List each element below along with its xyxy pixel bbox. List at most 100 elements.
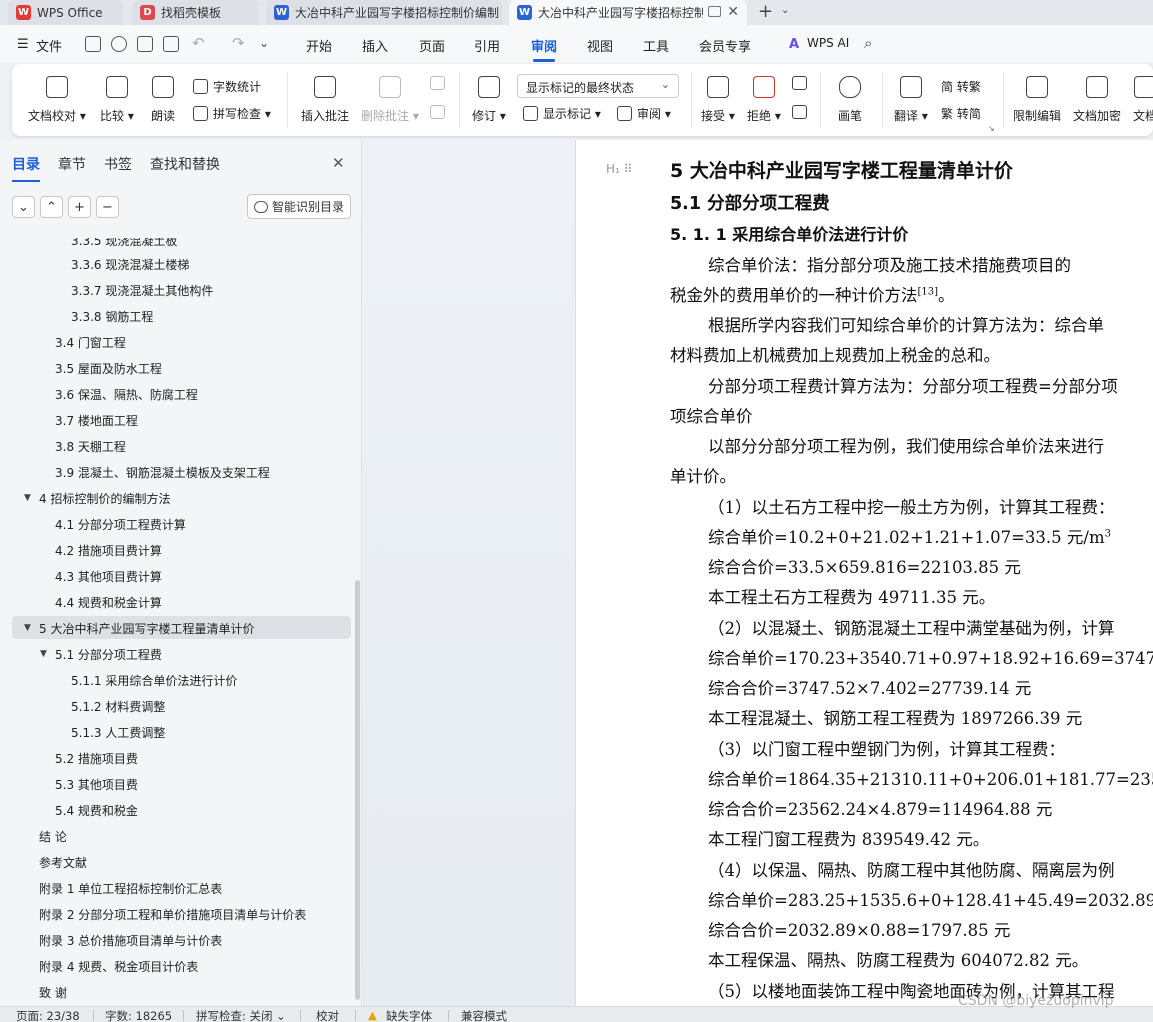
toc-item[interactable]: 3.4 门窗工程: [55, 334, 126, 351]
toc-item[interactable]: 致 谢: [39, 984, 67, 1001]
toc-item[interactable]: 5.3 其他项目费: [55, 776, 138, 793]
toc-item-selected[interactable]: 5 大冶中科产业园写字楼工程量清单计价: [39, 620, 254, 637]
doc-more-button[interactable]: 文档: [1133, 76, 1153, 124]
status-proof[interactable]: 校对: [316, 1008, 339, 1022]
tab-document-2[interactable]: W 大冶中科产业园写字楼招标控制 ✕: [509, 0, 747, 25]
expand-group-icon[interactable]: ↘: [988, 124, 995, 133]
add-heading-button[interactable]: +: [68, 196, 91, 218]
smart-toc-button[interactable]: 智能识别目录: [247, 194, 351, 219]
toc-item[interactable]: 3.3.8 钢筋工程: [71, 308, 153, 325]
review-pane-button[interactable]: 审阅 ▾: [617, 105, 671, 122]
toc-item[interactable]: 5.4 规费和税金: [55, 802, 138, 819]
translate-button[interactable]: 翻译 ▾: [894, 76, 928, 124]
chevron-down-icon[interactable]: ⌄: [259, 36, 269, 50]
wps-ai-icon[interactable]: A: [789, 37, 799, 52]
link-icon[interactable]: [111, 36, 127, 52]
doc-encrypt-button[interactable]: 文档加密: [1073, 76, 1121, 124]
track-changes-button[interactable]: 修订 ▾: [472, 76, 506, 124]
move-up-button[interactable]: ⌃: [40, 196, 63, 218]
compare-button[interactable]: 比较 ▾: [100, 76, 134, 124]
tab-toc[interactable]: 目录: [12, 154, 40, 182]
expand-triangle-icon[interactable]: ▼: [40, 649, 47, 659]
heading-drag-handle-icon[interactable]: H₁ ⠿: [606, 162, 632, 176]
toc-item[interactable]: 4.4 规费和税金计算: [55, 594, 162, 611]
next-change-icon[interactable]: [792, 105, 807, 119]
reject-button[interactable]: 拒绝 ▾: [747, 76, 781, 124]
read-aloud-button[interactable]: 朗读: [151, 76, 175, 124]
toc-item[interactable]: 参考文献: [39, 854, 87, 871]
redo-icon[interactable]: ↷: [232, 34, 245, 52]
remove-heading-button[interactable]: −: [96, 196, 119, 218]
tab-chapters[interactable]: 章节: [58, 154, 86, 174]
menu-page[interactable]: 页面: [419, 36, 445, 55]
toc-item[interactable]: 3.7 楼地面工程: [55, 412, 138, 429]
prev-change-icon[interactable]: [792, 76, 807, 90]
next-comment-icon[interactable]: [430, 105, 445, 119]
toc-item[interactable]: 5.1.2 材料费调整: [71, 698, 165, 715]
toc-item[interactable]: 附录 2 分部分项工程和单价措施项目清单与计价表: [39, 906, 306, 923]
status-word-count[interactable]: 字数: 18265: [105, 1008, 172, 1022]
toc-item[interactable]: 3.9 混凝土、钢筋混凝土模板及支架工程: [55, 464, 270, 481]
toc-item[interactable]: 3.3.7 现浇混凝土其他构件: [71, 282, 213, 299]
toc-item[interactable]: 3.8 天棚工程: [55, 438, 126, 455]
document-page[interactable]: H₁ ⠿ 5 大冶中科产业园写字楼工程量清单计价 5.1 分部分项工程费 5. …: [575, 140, 1153, 1006]
close-icon[interactable]: ✕: [727, 4, 739, 20]
nav-scrollbar[interactable]: [355, 580, 360, 1000]
toc-item[interactable]: 附录 3 总价措施项目清单与计价表: [39, 932, 222, 949]
toc-item[interactable]: 结 论: [39, 828, 67, 845]
collapse-all-button[interactable]: ⌄: [12, 196, 35, 218]
toc-item[interactable]: 5.1 分部分项工程费: [55, 646, 162, 663]
menu-tools[interactable]: 工具: [643, 36, 669, 55]
tab-docer-templates[interactable]: D 找稻壳模板: [132, 0, 259, 25]
toc-item[interactable]: 4.2 措施项目费计算: [55, 542, 162, 559]
toc-item[interactable]: 5.1.3 人工费调整: [71, 724, 165, 741]
toc-item[interactable]: 附录 1 单位工程招标控制价汇总表: [39, 880, 222, 897]
pen-button[interactable]: 画笔: [838, 76, 862, 124]
chevron-down-icon[interactable]: ⌄: [781, 5, 789, 16]
restrict-edit-button[interactable]: 限制编辑: [1013, 76, 1061, 124]
save-icon[interactable]: [85, 36, 101, 52]
close-icon[interactable]: ✕: [332, 154, 345, 172]
menu-review[interactable]: 审阅: [531, 36, 557, 62]
menu-file[interactable]: 文件: [36, 36, 62, 55]
toc-item[interactable]: 4.1 分部分项工程费计算: [55, 516, 186, 533]
status-spell-check[interactable]: 拼写检查: 关闭 ⌄: [196, 1008, 286, 1022]
to-simplified-button[interactable]: 繁 转简: [941, 105, 981, 122]
expand-triangle-icon[interactable]: ▼: [24, 623, 31, 633]
toc-item[interactable]: 3.5 屋面及防水工程: [55, 360, 162, 377]
menu-member[interactable]: 会员专享: [699, 36, 751, 55]
menu-wps-ai[interactable]: WPS AI: [807, 36, 849, 50]
doc-check-button[interactable]: 文档校对 ▾: [28, 76, 86, 124]
delete-comment-button[interactable]: 删除批注 ▾: [361, 76, 419, 124]
toc-item[interactable]: 3.3.5 现浇混凝土板: [71, 238, 177, 249]
word-count-button[interactable]: 字数统计: [193, 78, 261, 95]
menu-home[interactable]: 开始: [306, 36, 332, 55]
undo-icon[interactable]: ↶: [192, 34, 205, 52]
show-markup-button[interactable]: 显示标记 ▾: [523, 105, 601, 122]
toc-item[interactable]: 5.1.1 采用综合单价法进行计价: [71, 672, 237, 689]
print-icon[interactable]: [137, 36, 153, 52]
tab-preview-icon[interactable]: [708, 6, 721, 17]
print-preview-icon[interactable]: [163, 36, 179, 52]
insert-comment-button[interactable]: 插入批注: [301, 76, 349, 124]
status-missing-font[interactable]: 缺失字体: [386, 1008, 432, 1022]
new-tab-icon[interactable]: +: [758, 1, 773, 22]
toc-item[interactable]: 3.6 保温、隔热、防腐工程: [55, 386, 198, 403]
tab-wps-office[interactable]: W WPS Office: [8, 0, 123, 25]
expand-triangle-icon[interactable]: ▼: [24, 493, 31, 503]
toc-item[interactable]: 5.2 措施项目费: [55, 750, 138, 767]
spell-check-button[interactable]: 拼写检查 ▾: [193, 105, 271, 122]
toc-item[interactable]: 4.3 其他项目费计算: [55, 568, 162, 585]
search-icon[interactable]: ⌕: [864, 34, 872, 52]
status-page[interactable]: 页面: 23/38: [16, 1008, 80, 1022]
menu-insert[interactable]: 插入: [362, 36, 388, 55]
toc-item[interactable]: 4 招标控制价的编制方法: [39, 490, 170, 507]
to-traditional-button[interactable]: 简 转繁: [941, 78, 981, 95]
toc-item[interactable]: 附录 4 规费、税金项目计价表: [39, 958, 198, 975]
tab-document-1[interactable]: W 大冶中科产业园写字楼招标控制价编制: [266, 0, 502, 25]
prev-comment-icon[interactable]: [430, 76, 445, 90]
menu-view[interactable]: 视图: [587, 36, 613, 55]
menu-references[interactable]: 引用: [474, 36, 500, 55]
markup-mode-select[interactable]: 显示标记的最终状态 ⌄: [517, 74, 679, 98]
accept-button[interactable]: 接受 ▾: [701, 76, 735, 124]
